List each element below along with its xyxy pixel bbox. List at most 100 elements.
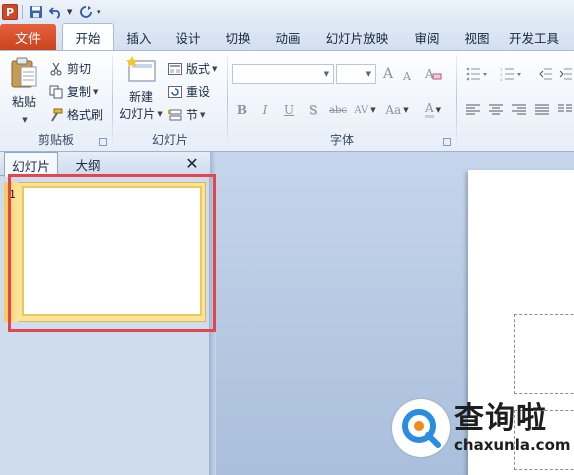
tab-file[interactable]: 文件 (0, 24, 56, 50)
font-name-combo[interactable]: ▼ (232, 64, 334, 84)
shadow-button[interactable]: S (305, 101, 321, 119)
character-spacing-button[interactable]: AV ▼ (352, 101, 378, 119)
clipboard-launcher-icon[interactable] (99, 138, 107, 146)
redo-icon[interactable] (77, 3, 95, 21)
new-slide-dropdown-icon[interactable]: ▼ (157, 110, 162, 118)
copy-button[interactable]: 复制 ▼ (48, 83, 98, 100)
qat-separator (22, 5, 23, 19)
font-launcher-icon[interactable] (443, 138, 451, 146)
save-icon[interactable] (27, 3, 45, 21)
change-case-button[interactable]: Aa ▼ (382, 101, 412, 119)
powerpoint-logo[interactable]: P (2, 4, 18, 20)
chevron-down-icon: ▼ (403, 106, 409, 114)
paste-label: 粘贴 (11, 95, 36, 109)
pane-tabs: 幻灯片 大纲 ✕ (0, 152, 210, 177)
font-color-button[interactable]: A ▼ (420, 101, 446, 119)
tab-home[interactable]: 开始 (62, 23, 114, 50)
align-right-button[interactable] (509, 101, 529, 119)
align-left-button[interactable] (463, 101, 483, 119)
chevron-down-icon: ▼ (370, 106, 376, 114)
cut-button[interactable]: 剪切 (48, 60, 91, 77)
slides-group-label: 幻灯片 (151, 133, 188, 147)
italic-button[interactable]: I (257, 101, 273, 119)
undo-dropdown-icon[interactable]: ▼ (67, 8, 75, 16)
chevron-down-icon: ▼ (365, 70, 371, 78)
cut-label: 剪切 (67, 62, 92, 76)
new-slide-button[interactable]: 新建 幻灯片 ▼ (115, 55, 167, 122)
columns-button[interactable] (555, 101, 574, 119)
justify-button[interactable] (532, 101, 552, 119)
new-slide-icon (126, 56, 156, 82)
new-slide-label-line2: 幻灯片 (119, 107, 156, 121)
align-center-icon (489, 104, 503, 115)
new-slide-label-line1: 新建 (128, 90, 153, 104)
chevron-down-icon: ▼ (323, 70, 329, 78)
close-icon[interactable]: ✕ (184, 154, 200, 173)
watermark-logo-icon (392, 399, 450, 457)
tab-insert[interactable]: 插入 (114, 24, 164, 50)
tab-slideshow[interactable]: 幻灯片放映 (312, 24, 402, 50)
format-painter-icon (48, 107, 64, 123)
format-painter-button[interactable]: 格式刷 (48, 106, 103, 123)
copy-dropdown-icon[interactable]: ▼ (93, 88, 98, 96)
tab-transitions[interactable]: 切换 (212, 24, 264, 50)
tab-animations[interactable]: 动画 (264, 24, 312, 50)
decrease-indent-icon (539, 68, 552, 80)
section-label: 节 (186, 108, 199, 122)
align-left-icon (466, 104, 480, 115)
layout-icon (167, 61, 183, 77)
tab-developer[interactable]: 开发工具 (502, 24, 566, 50)
watermark-text: 查询啦 chaxunla.com (454, 401, 571, 455)
tab-outline[interactable]: 大纲 (60, 152, 116, 176)
watermark-cn: 查询啦 (454, 401, 547, 436)
tab-review[interactable]: 审阅 (402, 24, 452, 50)
layout-dropdown-icon[interactable]: ▼ (212, 65, 217, 73)
shrink-font-button[interactable]: A (399, 67, 415, 85)
underline-button[interactable]: U (281, 101, 297, 119)
bold-button[interactable]: B (234, 101, 250, 119)
clear-format-button[interactable]: A (423, 65, 443, 83)
paragraph-group: 123 (457, 51, 574, 152)
section-icon (167, 107, 183, 123)
format-painter-label: 格式刷 (67, 108, 104, 122)
section-dropdown-icon[interactable]: ▼ (200, 111, 205, 119)
slides-group: 新建 幻灯片 ▼ 版式 ▼ 重设 节 ▼ 幻灯片 (113, 51, 227, 152)
section-button[interactable]: 节 ▼ (167, 106, 205, 123)
paste-button[interactable]: 粘贴 ▼ (6, 57, 42, 124)
change-case-label: Aa (385, 103, 402, 117)
bullets-button[interactable] (463, 65, 493, 83)
numbering-button[interactable]: 123 (497, 65, 527, 83)
font-size-combo[interactable]: ▼ (336, 64, 376, 84)
font-color-label: A (424, 102, 434, 118)
svg-text:3: 3 (500, 77, 503, 81)
title-placeholder[interactable] (514, 314, 574, 394)
tab-design[interactable]: 设计 (164, 24, 212, 50)
chevron-down-icon: ▼ (435, 106, 442, 114)
paste-icon (11, 57, 37, 88)
layout-button[interactable]: 版式 ▼ (167, 60, 217, 77)
character-spacing-label: AV (354, 104, 369, 116)
tab-view[interactable]: 视图 (452, 24, 502, 50)
clear-format-icon: A (424, 67, 442, 81)
align-right-icon (512, 104, 526, 115)
strikethrough-button[interactable]: abc (326, 101, 350, 119)
watermark: 查询啦 chaxunla.com (392, 388, 574, 468)
font-group-label: 字体 (329, 133, 354, 147)
ribbon-tabs: 文件 开始 插入 设计 切换 动画 幻灯片放映 审阅 视图 开发工具 (0, 23, 574, 50)
font-group: ▼ ▼ A A A B I U S abc AV ▼ Aa ▼ A ▼ 字体 (228, 51, 456, 152)
quick-access-toolbar: P ▼ ▾ (0, 0, 574, 24)
increase-indent-button[interactable] (557, 65, 574, 83)
layout-label: 版式 (186, 62, 211, 76)
highlight-box (8, 174, 216, 332)
grow-font-button[interactable]: A (379, 65, 397, 83)
align-center-button[interactable] (486, 101, 506, 119)
bullets-icon (466, 67, 487, 81)
copy-icon (48, 84, 64, 100)
decrease-indent-button[interactable] (537, 65, 555, 83)
paste-dropdown-icon[interactable]: ▼ (22, 116, 27, 124)
undo-icon[interactable] (47, 3, 65, 21)
customize-icon[interactable]: ▾ (97, 8, 105, 16)
clipboard-group: 粘贴 ▼ 剪切 复制 ▼ 格式刷 剪贴板 (0, 51, 112, 152)
increase-indent-icon (559, 68, 572, 80)
reset-button[interactable]: 重设 (167, 83, 210, 100)
